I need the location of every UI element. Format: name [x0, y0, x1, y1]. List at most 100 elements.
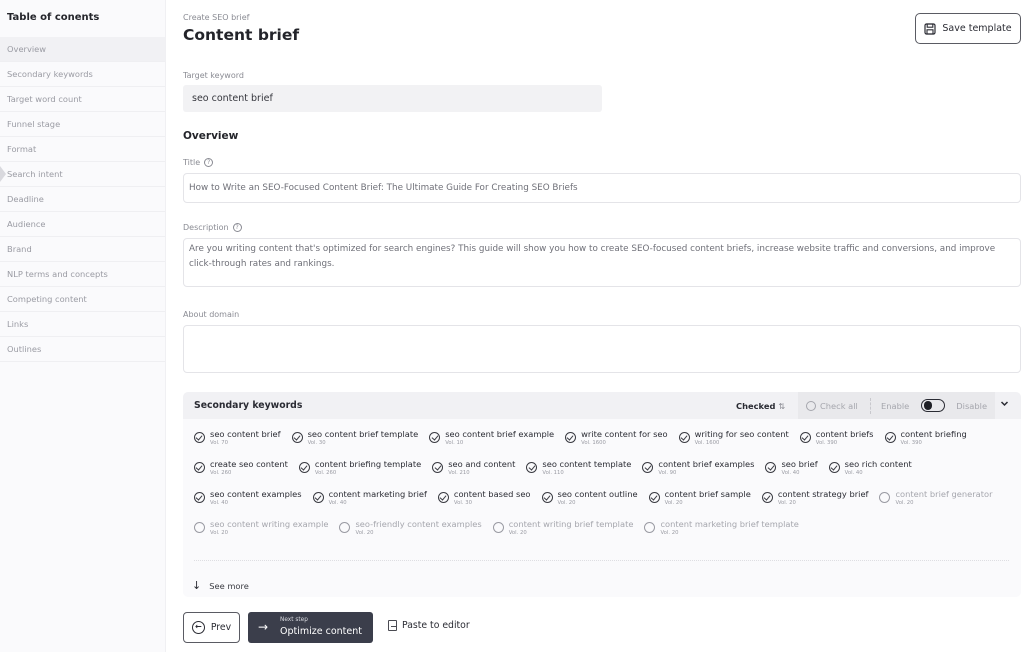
keyword-chip[interactable]: seo brief Vol. 40: [765, 459, 818, 489]
check-circle-icon[interactable]: [194, 432, 205, 443]
keyword-chip[interactable]: seo content template Vol. 110: [526, 459, 631, 489]
help-icon[interactable]: ?: [232, 223, 242, 232]
check-circle-icon[interactable]: [678, 432, 690, 443]
check-circle-icon[interactable]: [565, 432, 577, 443]
empty-circle-icon[interactable]: [492, 522, 504, 533]
description-textarea[interactable]: Are you writing content that's optimized…: [183, 238, 1021, 287]
title-input[interactable]: How to Write an SEO-Focused Content Brie…: [183, 173, 1021, 203]
sidebar-collapse-handle[interactable]: [0, 166, 6, 182]
check-all-label: Check all: [820, 400, 858, 411]
keyword-chip[interactable]: seo content brief Vol. 70: [194, 429, 281, 459]
check-circle-icon[interactable]: [194, 462, 205, 473]
keyword-chip[interactable]: seo content writing example Vol. 20: [194, 519, 328, 549]
toc-item-links[interactable]: Links: [0, 312, 165, 337]
target-keyword-label-text: Target keyword: [183, 71, 244, 80]
toc-item-deadline[interactable]: Deadline: [0, 187, 165, 212]
keyword-chip[interactable]: write content for seo Vol. 1600: [565, 429, 668, 459]
keyword-chip[interactable]: content writing brief template Vol. 20: [492, 519, 633, 549]
check-circle-icon[interactable]: [765, 462, 777, 473]
paste-to-editor-button[interactable]: Paste to editor: [388, 620, 470, 631]
check-circle-icon[interactable]: [429, 432, 441, 443]
enable-label[interactable]: Enable: [881, 401, 909, 411]
keyword-volume: Vol. 20: [777, 500, 796, 506]
empty-circle-icon[interactable]: [644, 522, 656, 533]
keyword-text: writing for seo content Vol. 1600: [695, 429, 789, 447]
keyword-chip[interactable]: content marketing brief template Vol. 20: [644, 519, 799, 549]
keyword-chip[interactable]: writing for seo content Vol. 1600: [678, 429, 789, 459]
keyword-chip[interactable]: seo and content Vol. 210: [432, 459, 515, 489]
keyword-chip[interactable]: content brief generator Vol. 20: [879, 489, 993, 519]
keyword-chip[interactable]: seo content brief template Vol. 30: [291, 429, 419, 459]
toc-item-secondary-keywords[interactable]: Secondary keywords: [0, 62, 165, 87]
keyword-chip[interactable]: seo-friendly content examples Vol. 20: [339, 519, 482, 549]
main-content: Create SEO brief Content brief Save temp…: [166, 0, 1024, 652]
keyword-volume: Vol. 20: [660, 530, 679, 536]
toc-item-overview[interactable]: Overview: [0, 37, 165, 62]
next-step-button[interactable]: → Next step Optimize content: [248, 612, 373, 643]
keyword-chip[interactable]: seo content outline Vol. 20: [541, 489, 638, 519]
keyword-chip[interactable]: create seo content Vol. 260: [194, 459, 288, 489]
check-circle-icon[interactable]: [194, 492, 205, 503]
target-keyword-input[interactable]: seo content brief: [183, 85, 602, 112]
keyword-text: seo-friendly content examples Vol. 20: [355, 519, 481, 537]
keyword-chip[interactable]: content strategy brief Vol. 20: [761, 489, 868, 519]
keyword-chip[interactable]: content briefs Vol. 390: [799, 429, 874, 459]
check-circle-icon[interactable]: [437, 492, 449, 503]
keyword-name: seo content brief template: [307, 429, 419, 439]
keyword-row: seo content writing example Vol. 20 seo-fr…: [194, 519, 1014, 549]
save-template-button[interactable]: Save template: [915, 13, 1021, 44]
keyword-chip[interactable]: content brief examples Vol. 90: [642, 459, 754, 489]
toc-item-target-word-count[interactable]: Target word count: [0, 87, 165, 112]
about-domain-textarea[interactable]: [183, 325, 1021, 373]
check-circle-icon[interactable]: [432, 462, 444, 473]
toc-item-search-intent[interactable]: Search intent: [0, 162, 165, 187]
empty-circle-icon[interactable]: [194, 522, 205, 533]
check-circle-icon[interactable]: [761, 492, 773, 503]
sort-checked-button[interactable]: Checked ⇅: [736, 401, 785, 411]
check-circle-icon[interactable]: [541, 492, 553, 503]
keyword-volume: Vol. 40: [781, 470, 800, 476]
keyword-chip[interactable]: seo rich content Vol. 40: [828, 459, 912, 489]
toc-item-audience[interactable]: Audience: [0, 212, 165, 237]
check-circle-icon[interactable]: [828, 462, 840, 473]
keyword-chip[interactable]: content marketing brief Vol. 40: [312, 489, 427, 519]
toc-item-nlp-terms-and-concepts[interactable]: NLP terms and concepts: [0, 262, 165, 287]
empty-circle-icon[interactable]: [879, 492, 891, 503]
check-circle-icon[interactable]: [526, 462, 538, 473]
keyword-text: create seo content Vol. 260: [210, 459, 288, 477]
toc-item-brand[interactable]: Brand: [0, 237, 165, 262]
keyword-text: seo content brief template Vol. 30: [308, 429, 419, 447]
check-circle-icon[interactable]: [298, 462, 310, 473]
toc-item-outlines[interactable]: Outlines: [0, 337, 165, 362]
help-icon[interactable]: ?: [204, 158, 214, 167]
keyword-volume: Vol. 1600: [581, 440, 606, 446]
check-circle-icon[interactable]: [648, 492, 660, 503]
see-more-button[interactable]: ↓ See more: [192, 579, 249, 592]
chevron-down-icon[interactable]: [1000, 399, 1009, 408]
keyword-chip[interactable]: content briefing template Vol. 260: [298, 459, 421, 489]
target-keyword-label: Target keyword: [183, 71, 244, 80]
prev-button[interactable]: ← Prev: [183, 612, 240, 643]
check-circle-icon[interactable]: [291, 432, 303, 443]
keyword-chip[interactable]: content brief sample Vol. 20: [648, 489, 751, 519]
check-circle-icon[interactable]: [884, 432, 896, 443]
enable-disable-toggle[interactable]: [921, 399, 946, 412]
empty-circle-icon[interactable]: [339, 522, 351, 533]
check-circle-icon[interactable]: [799, 432, 811, 443]
toc-item-funnel-stage[interactable]: Funnel stage: [0, 112, 165, 137]
table-of-contents-sidebar: Table of conents Overview Secondary keywo…: [0, 0, 166, 652]
arrow-left-circle-icon: ←: [191, 621, 205, 634]
about-domain-label: About domain: [183, 310, 239, 319]
keyword-chip[interactable]: seo content examples Vol. 40: [194, 489, 302, 519]
check-circle-icon[interactable]: [312, 492, 324, 503]
check-all-button[interactable]: Check all: [798, 400, 870, 411]
breadcrumb[interactable]: Create SEO brief: [183, 13, 249, 22]
keyword-chip[interactable]: content based seo Vol. 30: [437, 489, 531, 519]
disable-label[interactable]: Disable: [956, 401, 987, 411]
toc-item-competing-content[interactable]: Competing content: [0, 287, 165, 312]
check-circle-icon[interactable]: [642, 462, 654, 473]
keyword-chip[interactable]: content briefing Vol. 390: [884, 429, 967, 459]
toc-item-format[interactable]: Format: [0, 137, 165, 162]
keyword-chip[interactable]: seo content brief example Vol. 10: [429, 429, 554, 459]
secondary-keywords-title: Secondary keywords: [194, 400, 303, 411]
